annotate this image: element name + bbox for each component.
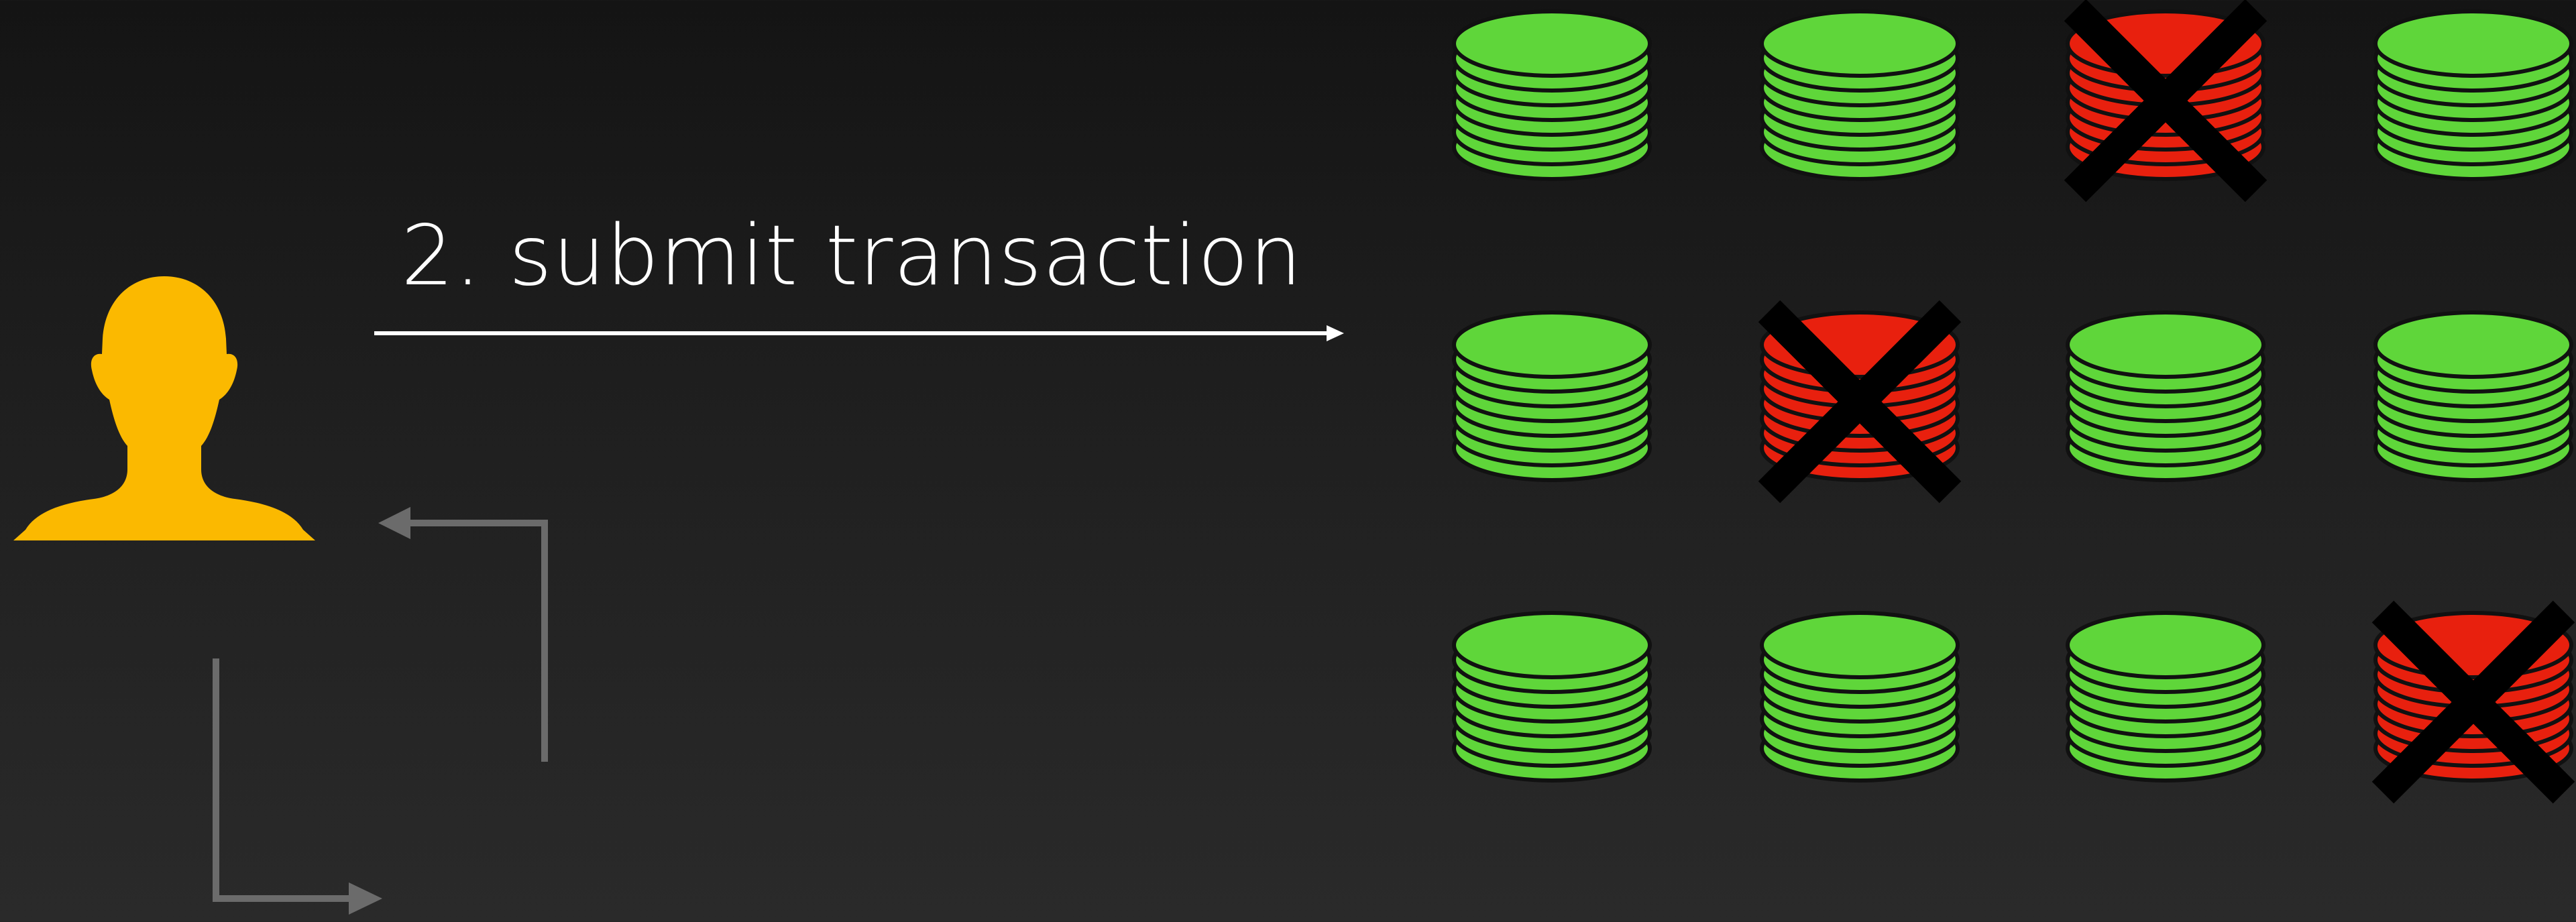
diagram-svg: [13, 0, 2575, 915]
node-disc: [1452, 310, 1652, 379]
node-database-icon: [2066, 310, 2265, 482]
user-silhouette-shape: [13, 276, 315, 540]
node-database-icon: [1760, 611, 1960, 783]
step-label: 2. submit transaction: [400, 208, 1303, 304]
node-database-icon: [2066, 611, 2265, 783]
outgoing-arrow: [213, 658, 382, 915]
node-disc: [1452, 611, 1652, 679]
user-silhouette-icon: [13, 276, 315, 540]
node-database-icon: [2373, 310, 2573, 482]
node-disc: [2373, 9, 2573, 78]
failed-node-database-icon: [1758, 300, 1962, 504]
node-database-icon: [1452, 9, 1652, 181]
submit-transaction-arrow: [374, 325, 1344, 341]
node-disc: [1760, 9, 1960, 78]
failed-node-database-icon: [2371, 600, 2575, 804]
return-arrow: [378, 507, 548, 762]
node-database-icon: [1452, 310, 1652, 482]
node-disc: [2066, 310, 2265, 379]
node-database-icon: [1452, 611, 1652, 783]
node-disc: [2373, 310, 2573, 379]
node-disc: [2066, 611, 2265, 679]
failed-node-database-icon: [2064, 0, 2267, 203]
node-disc: [1760, 611, 1960, 679]
node-disc: [1452, 9, 1652, 78]
diagram-canvas: 2. submit transaction: [0, 0, 2576, 922]
node-database-icon: [1760, 9, 1960, 181]
node-database-icon: [2373, 9, 2573, 181]
node-grid: [1452, 0, 2575, 804]
